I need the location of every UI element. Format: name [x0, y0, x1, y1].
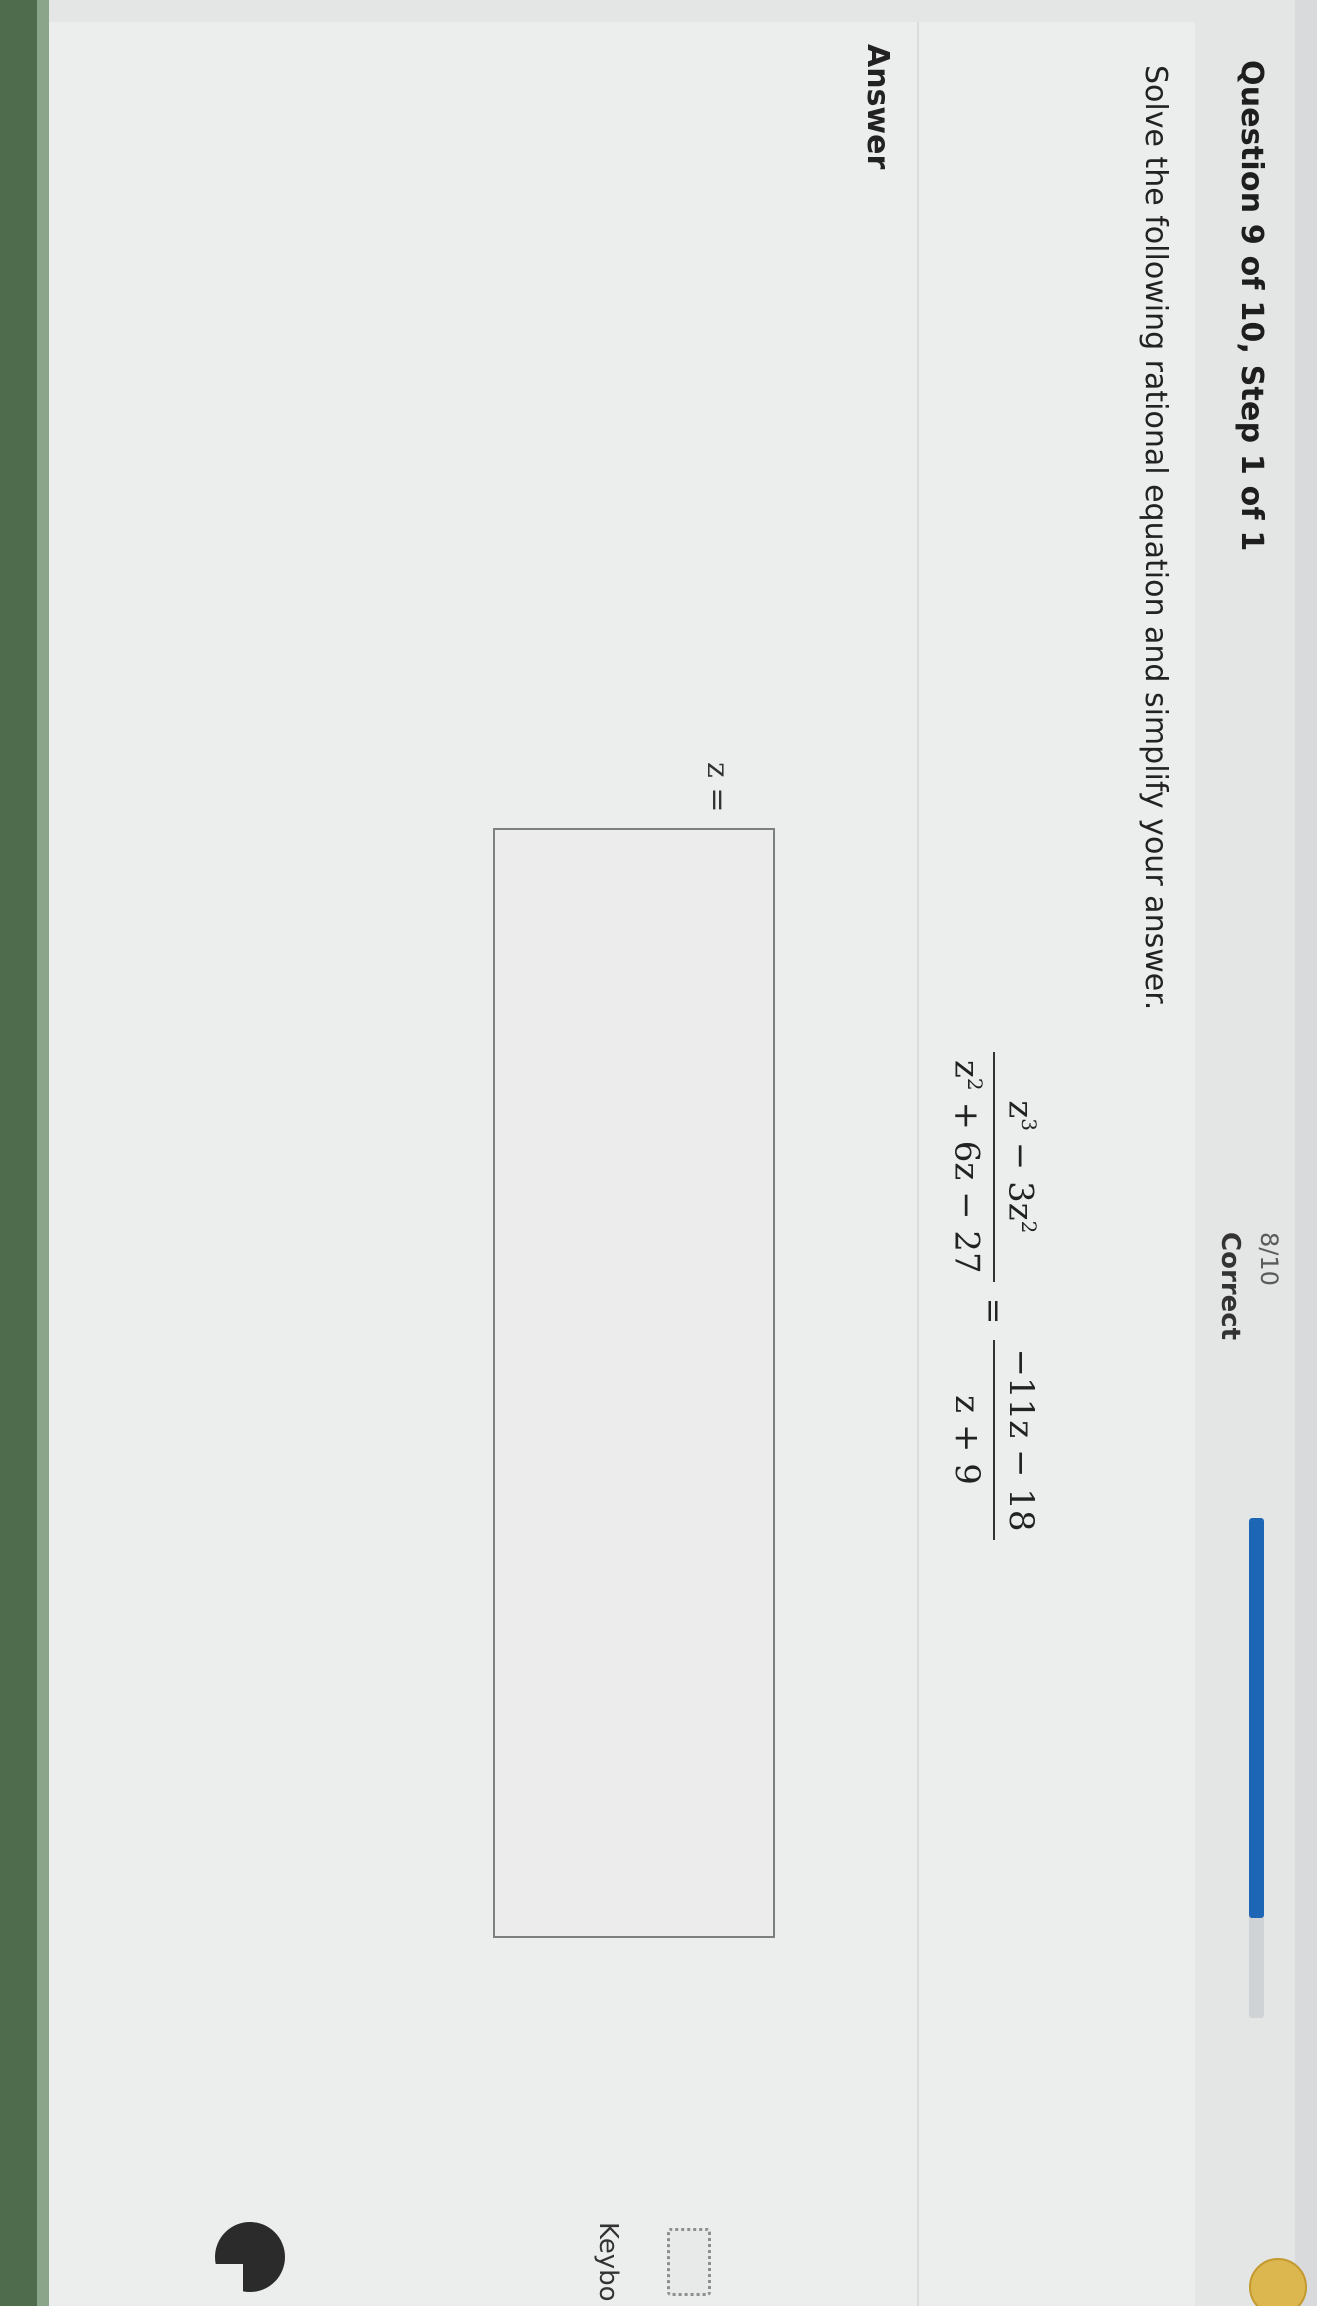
question-instruction: Solve the following rational equation an… — [1138, 65, 1173, 1011]
rhs-fraction: −11z − 18 z + 9 — [946, 1340, 1041, 1540]
lhs-fraction-bar — [992, 1052, 995, 1282]
rhs-numerator: −11z − 18 — [1000, 1348, 1041, 1532]
rhs-denominator: z + 9 — [946, 1395, 987, 1485]
keyboard-label[interactable]: Keybo — [593, 2222, 623, 2302]
rhs-fraction-bar — [992, 1340, 995, 1540]
lhs-denominator: z2 + 6z − 27 — [946, 1060, 987, 1274]
screen-edge — [0, 0, 49, 2306]
equals-sign: = — [974, 1297, 1013, 1325]
lhs-fraction: z3 − 3z2 z2 + 6z − 27 — [946, 1052, 1041, 1282]
score-caption: Correct — [1215, 1232, 1245, 1341]
question-panel: Solve the following rational equation an… — [49, 22, 1195, 2306]
top-strip — [1295, 0, 1317, 2306]
progress-fill — [1249, 1518, 1264, 1918]
rotated-page: Question 9 of 10, Step 1 of 1 8/10 Corre… — [0, 0, 1317, 2306]
score-count: 8/10 — [1255, 1232, 1283, 1286]
rational-equation: z3 − 3z2 z2 + 6z − 27 = −11z − 18 z + 9 — [946, 1052, 1041, 1540]
progress-bar — [1249, 1518, 1264, 2018]
answer-input[interactable] — [493, 828, 775, 1938]
tool-icon[interactable] — [215, 2222, 285, 2292]
answer-heading: Answer — [860, 44, 895, 170]
question-header: Question 9 of 10, Step 1 of 1 — [1234, 60, 1269, 552]
section-divider — [917, 22, 919, 2306]
lhs-numerator: z3 − 3z2 — [1000, 1100, 1041, 1234]
keyboard-icon[interactable] — [667, 2228, 711, 2296]
variable-label: z = — [700, 762, 735, 813]
